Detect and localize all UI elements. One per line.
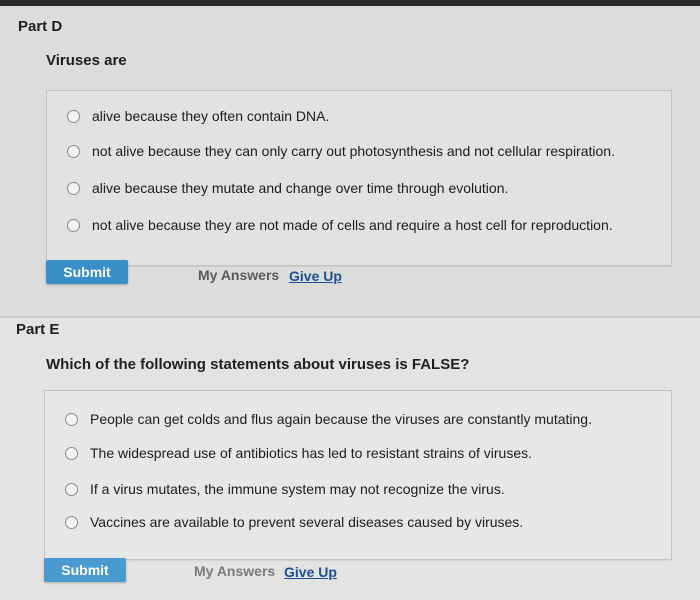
part-d-option-2[interactable]: not alive because they can only carry ou…	[67, 143, 615, 159]
radio-button[interactable]	[67, 144, 80, 158]
radio-button[interactable]	[65, 482, 78, 496]
part-e-my-answers-link[interactable]: My Answers	[194, 563, 275, 579]
part-d-options-box: alive because they often contain DNA. no…	[46, 90, 672, 266]
part-d-option-1[interactable]: alive because they often contain DNA.	[67, 108, 329, 124]
part-d-option-3[interactable]: alive because they mutate and change ove…	[67, 180, 508, 196]
part-d-my-answers-link[interactable]: My Answers	[198, 267, 279, 283]
part-e-submit-button[interactable]: Submit	[44, 558, 126, 582]
option-text: The widespread use of antibiotics has le…	[90, 445, 532, 461]
option-text: alive because they often contain DNA.	[92, 108, 330, 124]
option-text: alive because they mutate and change ove…	[92, 180, 509, 196]
radio-button[interactable]	[67, 109, 80, 123]
part-d-option-4[interactable]: not alive because they are not made of c…	[67, 217, 613, 233]
part-e-option-3[interactable]: If a virus mutates, the immune system ma…	[65, 481, 505, 497]
part-d-section: Part D Viruses are alive because they of…	[0, 6, 700, 316]
part-e-section: Part E Which of the following statements…	[0, 318, 700, 600]
option-text: not alive because they can only carry ou…	[92, 143, 615, 159]
part-e-options-box: People can get colds and flus again beca…	[44, 390, 672, 560]
radio-button[interactable]	[65, 446, 78, 460]
option-text: People can get colds and flus again beca…	[90, 411, 592, 427]
radio-button[interactable]	[65, 412, 78, 426]
option-text: If a virus mutates, the immune system ma…	[90, 481, 505, 497]
option-text: not alive because they are not made of c…	[92, 217, 613, 233]
part-d-label: Part D	[18, 18, 63, 35]
part-e-option-1[interactable]: People can get colds and flus again beca…	[65, 411, 592, 427]
part-d-submit-button[interactable]: Submit	[46, 260, 128, 284]
part-e-option-4[interactable]: Vaccines are available to prevent severa…	[65, 514, 523, 530]
radio-button[interactable]	[65, 515, 78, 529]
part-e-label: Part E	[16, 321, 60, 338]
part-d-question: Viruses are	[46, 52, 127, 69]
part-e-option-2[interactable]: The widespread use of antibiotics has le…	[65, 445, 532, 461]
radio-button[interactable]	[67, 218, 80, 232]
part-d-give-up-link[interactable]: Give Up	[289, 268, 342, 284]
radio-button[interactable]	[67, 181, 80, 195]
part-e-give-up-link[interactable]: Give Up	[284, 564, 337, 580]
option-text: Vaccines are available to prevent severa…	[90, 514, 524, 530]
part-e-question: Which of the following statements about …	[46, 356, 470, 373]
